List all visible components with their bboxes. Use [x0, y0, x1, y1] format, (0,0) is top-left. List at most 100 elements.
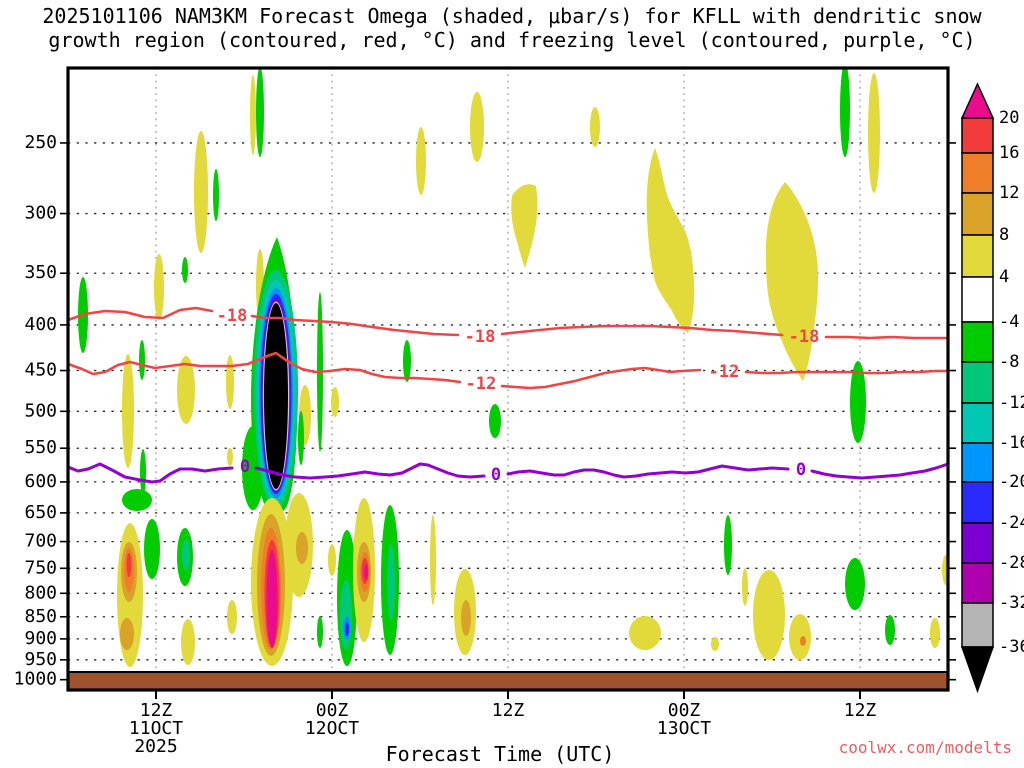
y-tick-label: 850 — [24, 606, 57, 627]
weather-chart-page: 2025101106 NAM3KM Forecast Omega (shaded… — [0, 0, 1024, 768]
y-tick-label: 400 — [24, 314, 57, 335]
colorbar-label: -4 — [999, 312, 1019, 332]
y-tick-label: 450 — [24, 360, 57, 381]
x-tick-label: 12Z — [844, 700, 877, 721]
omega-blob — [800, 636, 806, 646]
freezing-level-contour-label: 0 — [491, 465, 501, 485]
omega-blob — [403, 340, 411, 382]
omega-blob — [266, 550, 278, 648]
omega-blob — [345, 622, 349, 636]
omega-blob — [182, 539, 190, 571]
y-tick-label: 900 — [24, 628, 57, 649]
chart-title-line1: 2025101106 NAM3KM Forecast Omega (shaded… — [42, 4, 982, 28]
colorbar-segment — [961, 442, 994, 483]
freezing-level-contour-label: 0 — [796, 460, 806, 480]
omega-blob — [416, 127, 426, 195]
colorbar-label: -12 — [999, 393, 1024, 413]
omega-blob — [789, 614, 811, 660]
omega-blob — [181, 619, 195, 665]
watermark-text: coolwx.com/modelts — [838, 738, 1012, 757]
omega-blob — [629, 616, 661, 650]
colorbar-label: -28 — [999, 553, 1024, 573]
omega-blob — [144, 519, 160, 579]
omega-blob — [340, 580, 352, 650]
omega-blob — [226, 355, 234, 409]
omega-blob — [753, 570, 785, 660]
omega-blob — [194, 131, 208, 253]
terrain-fill — [68, 671, 948, 690]
omega-blob — [154, 254, 164, 320]
omega-blob — [765, 182, 819, 381]
omega-cross-section-chart: -18 -18 -18 -12 -12 0 0 0 250 300 350 400 450 500 550 6… — [14, 66, 1024, 757]
colorbar-triangle-top — [960, 82, 995, 119]
omega-blob — [489, 404, 501, 438]
colorbar-segment — [961, 481, 994, 524]
omega-blob — [461, 600, 471, 636]
colorbar-label: -36 — [999, 637, 1024, 657]
omega-blob — [845, 558, 865, 610]
omega-blob — [227, 448, 233, 466]
colorbar-label: 16 — [999, 143, 1019, 163]
omega-blob — [317, 616, 323, 648]
colorbar-segment — [961, 602, 994, 648]
omega-blob — [885, 615, 895, 645]
freezing-level-contour-label: 0 — [240, 457, 250, 477]
omega-blob — [250, 75, 256, 155]
omega-blob — [227, 600, 237, 634]
dgz-minus18-contour-label: -18 — [789, 327, 820, 347]
dgz-minus18-contour-label: -18 — [217, 306, 248, 326]
omega-blob — [430, 515, 436, 605]
omega-blob — [511, 184, 538, 268]
y-tick-label: 1000 — [14, 669, 57, 690]
colorbar-label: 12 — [999, 183, 1019, 203]
y-tick-label: 800 — [24, 582, 57, 603]
y-tick-label: 300 — [24, 203, 57, 224]
y-tick-label: 600 — [24, 471, 57, 492]
omega-blob — [930, 618, 940, 648]
y-tick-label: 700 — [24, 531, 57, 552]
x-tick-label: 12OCT — [305, 718, 359, 739]
omega-blob — [139, 340, 145, 380]
chart-title-line2: growth region (contoured, red, °C) and f… — [48, 28, 976, 52]
omega-blob — [470, 92, 484, 162]
omega-blob — [724, 515, 732, 575]
dgz-minus18-contour — [68, 306, 214, 322]
omega-blob — [296, 532, 308, 564]
y-tick-label: 650 — [24, 502, 57, 523]
y-tick-label: 500 — [24, 400, 57, 421]
colorbar-segment — [961, 402, 994, 444]
omega-blob — [328, 544, 336, 576]
colorbar-label: -8 — [999, 352, 1019, 372]
colorbar-segment — [961, 361, 994, 404]
omega-blob — [126, 553, 132, 577]
omega-blob — [590, 107, 600, 147]
colorbar-segment — [961, 562, 994, 604]
omega-blob — [122, 354, 134, 468]
omega-blob — [122, 489, 152, 511]
colorbar-label: -16 — [999, 433, 1024, 453]
omega-blob — [387, 544, 395, 620]
dgz-minus18-contour — [824, 335, 948, 340]
chart-title: 2025101106 NAM3KM Forecast Omega (shaded… — [0, 4, 1024, 52]
omega-blob — [256, 68, 264, 157]
omega-blob — [331, 387, 339, 417]
omega-blob — [298, 411, 304, 465]
freezing-level-contour — [506, 464, 790, 479]
colorbar-segment — [961, 192, 994, 236]
omega-blob — [868, 73, 880, 193]
colorbar-label: 20 — [999, 108, 1019, 128]
omega-blob — [364, 564, 368, 580]
colorbar-segment — [961, 522, 994, 564]
dgz-minus12-contour-label: -12 — [466, 374, 497, 394]
colorbar-segment — [961, 321, 994, 363]
y-tick-label: 250 — [24, 132, 57, 153]
omega-blob — [742, 568, 748, 606]
dgz-minus12-contour-label: -12 — [709, 362, 740, 382]
dgz-minus12-contour — [500, 366, 702, 390]
colorbar-label: -24 — [999, 513, 1024, 533]
omega-blob — [711, 637, 719, 651]
omega-blob — [840, 68, 850, 157]
colorbar-segment — [961, 152, 994, 194]
colorbar-triangle-bottom — [960, 646, 995, 694]
dgz-minus18-contour-label: -18 — [465, 327, 496, 347]
